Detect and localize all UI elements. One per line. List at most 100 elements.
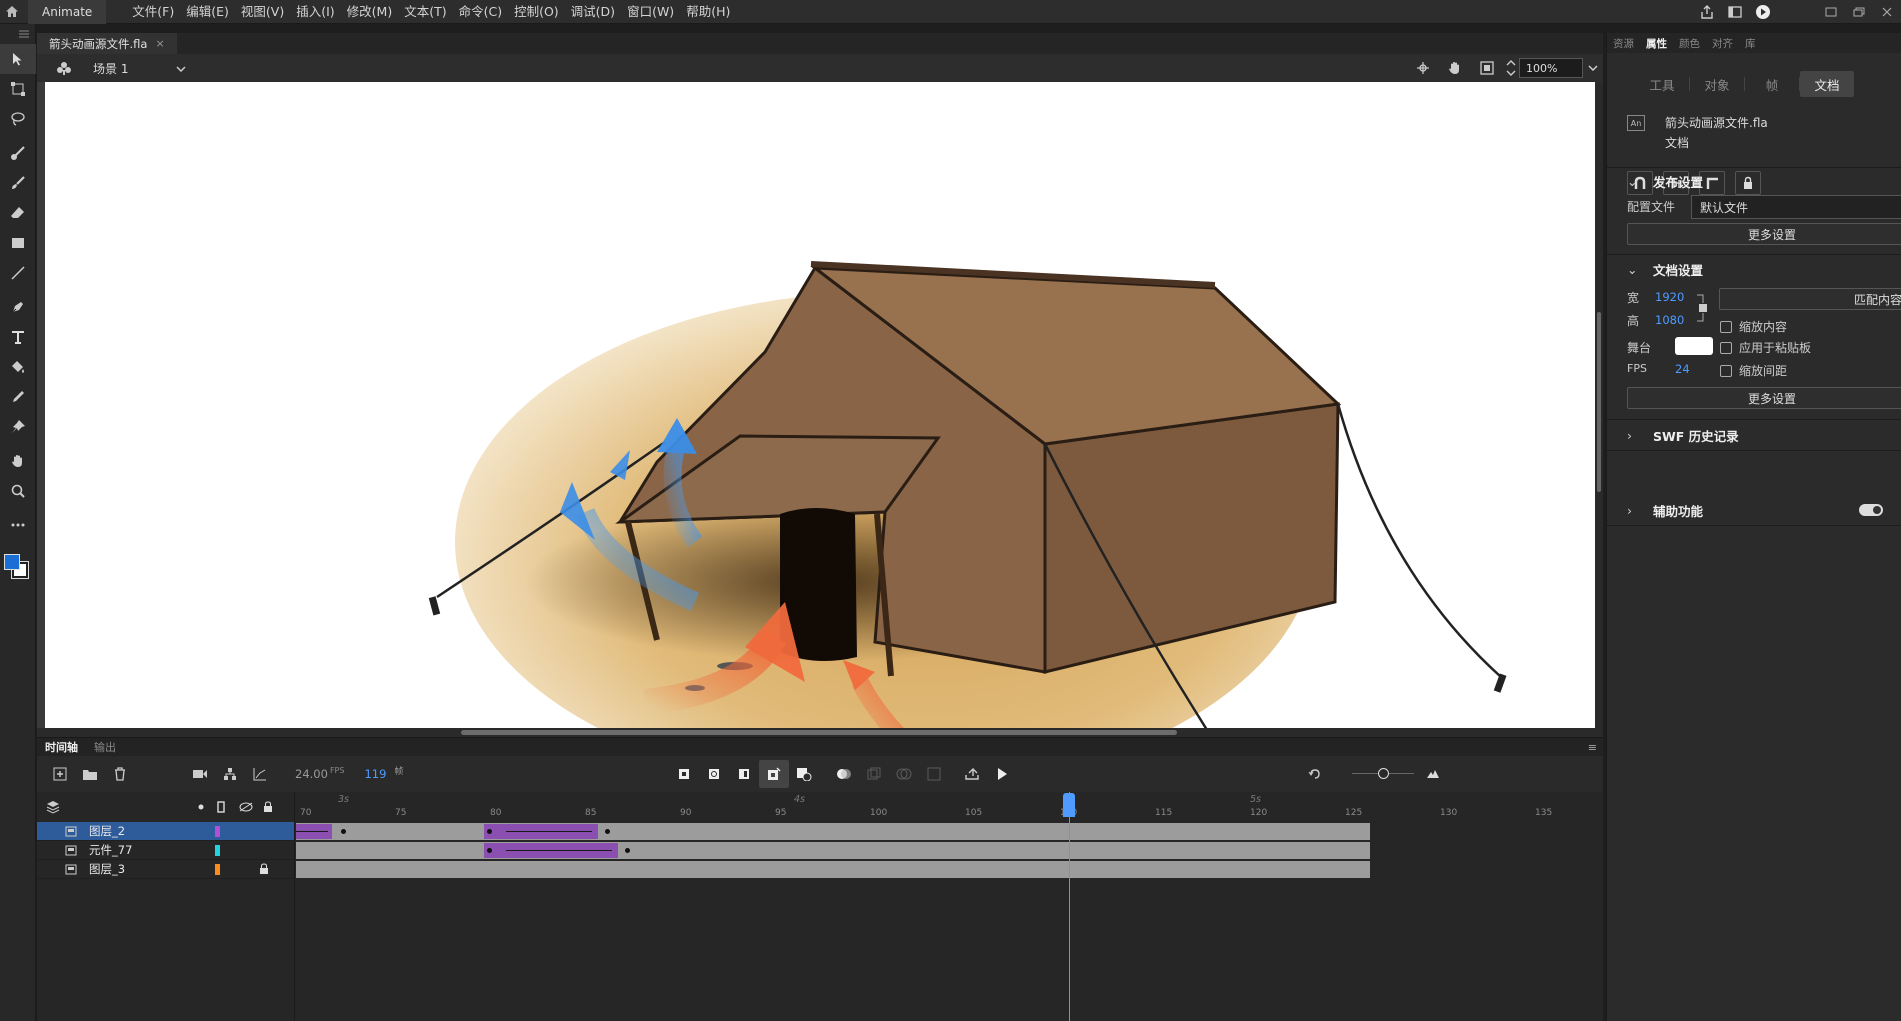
minimize-icon[interactable] [1817, 0, 1845, 24]
frame-row-layer-3[interactable] [296, 861, 1370, 878]
onion-skin-icon[interactable] [829, 760, 859, 788]
play-icon[interactable] [987, 760, 1017, 788]
hide-all-icon[interactable] [239, 801, 253, 813]
timeline-menu-icon[interactable]: ≡ [1588, 741, 1597, 754]
horizontal-scroll-thumb[interactable] [461, 730, 1177, 735]
center-frame-icon[interactable] [1300, 760, 1330, 788]
frame-row-layer-2[interactable] [296, 842, 1370, 859]
accessibility-toggle[interactable] [1859, 504, 1883, 516]
vertical-scroll-thumb[interactable] [1597, 312, 1601, 492]
tab-color[interactable]: 颜色 [1673, 36, 1706, 51]
frame-ruler[interactable]: 7075808590951001051101151201251301353s4s… [296, 792, 1603, 822]
pin-tool-icon[interactable] [0, 412, 36, 442]
subtab-document[interactable]: 文档 [1800, 71, 1854, 97]
tab-properties[interactable]: 属性 [1640, 36, 1673, 51]
swf-history-header[interactable]: › SWF 历史记录 [1627, 425, 1739, 445]
highlight-layers-icon[interactable] [197, 803, 205, 811]
lasso-tool-icon[interactable] [0, 104, 36, 134]
auto-keyframe-icon[interactable] [759, 760, 790, 788]
width-value[interactable]: 1920 [1655, 290, 1684, 304]
playhead-handle[interactable] [1063, 793, 1075, 817]
subtab-frame[interactable]: 帧 [1745, 71, 1799, 97]
rectangle-tool-icon[interactable] [0, 228, 36, 258]
layer-row-1[interactable]: 图层_2 [37, 822, 294, 841]
menu-window[interactable]: 窗口(W) [621, 0, 680, 24]
insert-keyframe-icon[interactable] [669, 760, 699, 788]
workspace-icon[interactable] [1721, 0, 1749, 24]
layer-color-swatch[interactable] [215, 826, 220, 837]
edit-multiple-frames-icon[interactable] [859, 760, 889, 788]
fit-frames-icon[interactable] [1418, 760, 1448, 788]
new-layer-icon[interactable] [45, 760, 75, 788]
zoom-tool-icon[interactable] [0, 476, 36, 506]
outline-icon[interactable] [217, 801, 227, 813]
selection-tool-icon[interactable] [0, 44, 36, 74]
layer-row-3[interactable]: 图层_3 [37, 860, 294, 879]
stage-vertical-scrollbar[interactable] [1595, 82, 1603, 728]
stage-horizontal-scrollbar[interactable] [37, 728, 1603, 737]
zoom-input[interactable] [1519, 58, 1583, 78]
current-frame-readout[interactable]: 119 [364, 767, 386, 781]
layers-icon[interactable] [45, 799, 61, 815]
test-movie-icon[interactable] [1749, 0, 1777, 24]
slider-knob[interactable] [1378, 768, 1390, 779]
layer-parenting-icon[interactable] [215, 760, 245, 788]
eyedropper-tool-icon[interactable] [0, 382, 36, 412]
scale-spacing-checkbox[interactable] [1720, 365, 1732, 377]
frame-grid[interactable] [296, 822, 1603, 1021]
match-contents-button[interactable]: 匹配内容 [1719, 288, 1901, 310]
free-transform-tool-icon[interactable] [0, 74, 36, 104]
snap-icon[interactable] [1407, 54, 1439, 82]
publish-more-settings-button[interactable]: 更多设置 [1627, 223, 1901, 245]
menu-text[interactable]: 文本(T) [398, 0, 452, 24]
keyframe[interactable] [605, 829, 610, 834]
keyframe[interactable] [487, 848, 492, 853]
accessibility-header[interactable]: › 辅助功能 [1627, 500, 1703, 520]
doc-more-settings-button[interactable]: 更多设置 [1627, 387, 1901, 409]
height-value[interactable]: 1080 [1655, 313, 1684, 327]
edit-symbols-icon[interactable] [1439, 54, 1471, 82]
stage-color-swatch[interactable] [1675, 337, 1713, 355]
text-tool-icon[interactable] [0, 322, 36, 352]
frame-row-layer-1[interactable] [296, 823, 1370, 840]
restore-icon[interactable] [1845, 0, 1873, 24]
insert-frame-icon[interactable] [729, 760, 759, 788]
onion-outline-icon[interactable] [889, 760, 919, 788]
center-stage-icon[interactable] [1503, 54, 1519, 82]
menu-help[interactable]: 帮助(H) [680, 0, 736, 24]
delete-layer-icon[interactable] [105, 760, 135, 788]
scene-dropdown-icon[interactable] [176, 61, 186, 75]
modify-markers-icon[interactable] [919, 760, 949, 788]
tab-output[interactable]: 输出 [86, 739, 124, 755]
stage[interactable] [45, 82, 1595, 728]
menu-file[interactable]: 文件(F) [126, 0, 180, 24]
panel-menu-icon[interactable] [0, 24, 35, 44]
menu-debug[interactable]: 调试(D) [565, 0, 621, 24]
tab-assets[interactable]: 资源 [1607, 36, 1640, 51]
fps-value[interactable]: 24 [1675, 362, 1690, 376]
publish-settings-header[interactable]: ⌄ 发布设置 [1627, 171, 1703, 191]
hand-tool-icon[interactable] [0, 446, 36, 476]
menu-insert[interactable]: 插入(I) [290, 0, 340, 24]
paint-bucket-tool-icon[interactable] [0, 352, 36, 382]
layer-lock-icon[interactable] [259, 863, 269, 878]
share-icon[interactable] [1693, 0, 1721, 24]
profile-select[interactable]: 默认文件 [1691, 195, 1901, 219]
timeline-zoom-slider[interactable] [1348, 760, 1418, 788]
app-tab[interactable]: Animate [28, 0, 107, 24]
layer-name[interactable]: 图层_2 [89, 823, 199, 839]
fps-readout[interactable]: 24.00 [295, 767, 328, 781]
document-settings-header[interactable]: ⌄ 文档设置 [1627, 259, 1703, 279]
brush-tool-icon[interactable] [0, 168, 36, 198]
tab-library[interactable]: 库 [1739, 36, 1762, 51]
camera-icon[interactable] [185, 760, 215, 788]
pen-tool-icon[interactable] [0, 292, 36, 322]
link-dimensions-icon[interactable] [1695, 291, 1707, 325]
clip-content-icon[interactable] [1471, 54, 1503, 82]
subtab-object[interactable]: 对象 [1690, 71, 1744, 97]
menu-view[interactable]: 视图(V) [235, 0, 290, 24]
menu-commands[interactable]: 命令(C) [453, 0, 508, 24]
menu-control[interactable]: 控制(O) [508, 0, 565, 24]
tab-align[interactable]: 对齐 [1706, 36, 1739, 51]
graph-icon[interactable] [245, 760, 275, 788]
